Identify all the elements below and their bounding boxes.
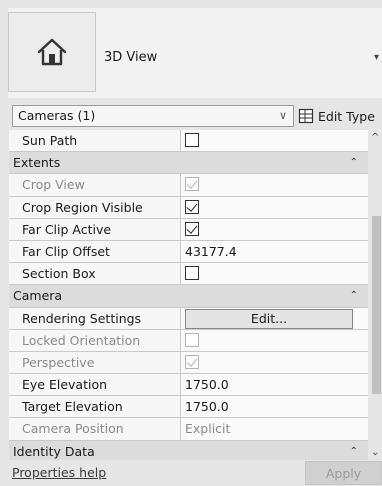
chevron-down-icon: ∨: [278, 109, 287, 122]
group-title: Camera: [13, 288, 63, 304]
property-row: Perspective: [9, 351, 368, 375]
property-name: Eye Elevation: [9, 374, 181, 396]
properties-grid[interactable]: Sun Path Extents ⌃ Crop View Crop Region Vis…: [9, 130, 368, 460]
property-row: Camera Position Explicit: [9, 418, 368, 441]
house-icon: [37, 38, 67, 66]
property-value-cell: [181, 351, 368, 374]
scrollbar[interactable]: ^ ⌄: [370, 130, 382, 460]
property-row: Crop Region Visible: [9, 196, 368, 219]
scrollbar-thumb[interactable]: [372, 216, 381, 394]
property-value[interactable]: 43177.4: [181, 240, 368, 263]
property-checkbox: [185, 354, 199, 369]
instance-filter-label: Cameras (1): [18, 108, 96, 123]
property-name: Section Box: [9, 263, 181, 285]
property-name: Target Elevation: [9, 396, 181, 418]
property-name: Sun Path: [9, 130, 181, 152]
property-value-cell: [181, 218, 368, 240]
chevron-down-icon[interactable]: ▾: [374, 52, 382, 63]
property-name: Rendering Settings: [9, 307, 181, 329]
property-row: Eye Elevation 1750.0: [9, 374, 368, 397]
edit-type-icon: [298, 108, 314, 124]
edit-button[interactable]: Edit...: [185, 308, 353, 329]
property-checkbox[interactable]: [185, 133, 199, 147]
type-name: 3D View: [104, 50, 158, 65]
group-header[interactable]: Identity Data ⌃: [9, 440, 368, 460]
property-value-cell: [181, 196, 368, 218]
property-name: Perspective: [9, 351, 181, 374]
property-value[interactable]: 1750.0: [181, 374, 368, 396]
type-preview: [8, 12, 96, 92]
property-name: Crop View: [9, 174, 181, 196]
property-value-cell: Edit...: [181, 307, 368, 329]
property-checkbox[interactable]: [185, 221, 199, 236]
group-title: Extents: [13, 155, 61, 171]
scroll-down-icon[interactable]: ⌄: [371, 447, 379, 458]
property-name: Camera Position: [9, 418, 181, 440]
group-header[interactable]: Extents ⌃: [9, 152, 368, 175]
property-checkbox: [185, 177, 199, 192]
type-selector[interactable]: 3D View ▾: [8, 8, 382, 98]
property-value[interactable]: 1750.0: [181, 396, 368, 418]
property-value-cell: [181, 329, 368, 351]
property-row: Crop View: [9, 174, 368, 197]
property-name: Crop Region Visible: [9, 196, 181, 218]
collapse-icon[interactable]: ⌃: [350, 285, 358, 306]
edit-type-label: Edit Type: [318, 108, 375, 124]
property-name: Far Clip Offset: [9, 240, 181, 263]
properties-help-link[interactable]: Properties help: [12, 465, 106, 480]
property-row: Far Clip Active: [9, 218, 368, 241]
group-title: Identity Data: [13, 443, 95, 459]
instance-filter-dropdown[interactable]: Cameras (1) ∨: [12, 105, 294, 127]
property-value: Explicit: [181, 418, 368, 440]
scroll-up-icon[interactable]: ^: [371, 132, 379, 143]
property-row: Rendering Settings Edit...: [9, 307, 368, 330]
group-header[interactable]: Camera ⌃: [9, 285, 368, 308]
property-value-cell: [181, 263, 368, 285]
property-checkbox[interactable]: [185, 199, 199, 214]
property-name: Locked Orientation: [9, 329, 181, 351]
property-checkbox: [185, 332, 199, 347]
property-row: Far Clip Offset 43177.4: [9, 240, 368, 264]
property-name: Far Clip Active: [9, 218, 181, 240]
property-row: Target Elevation 1750.0: [9, 396, 368, 419]
apply-button[interactable]: Apply: [305, 461, 382, 485]
property-row: Sun Path: [9, 130, 368, 153]
property-row: Locked Orientation: [9, 329, 368, 352]
property-row: Section Box: [9, 263, 368, 286]
property-value-cell: [181, 174, 368, 196]
edit-type-button[interactable]: Edit Type: [298, 105, 382, 127]
property-checkbox[interactable]: [185, 266, 199, 281]
collapse-icon[interactable]: ⌃: [350, 152, 358, 173]
collapse-icon[interactable]: ⌃: [350, 441, 358, 460]
property-value-cell: [181, 130, 368, 152]
